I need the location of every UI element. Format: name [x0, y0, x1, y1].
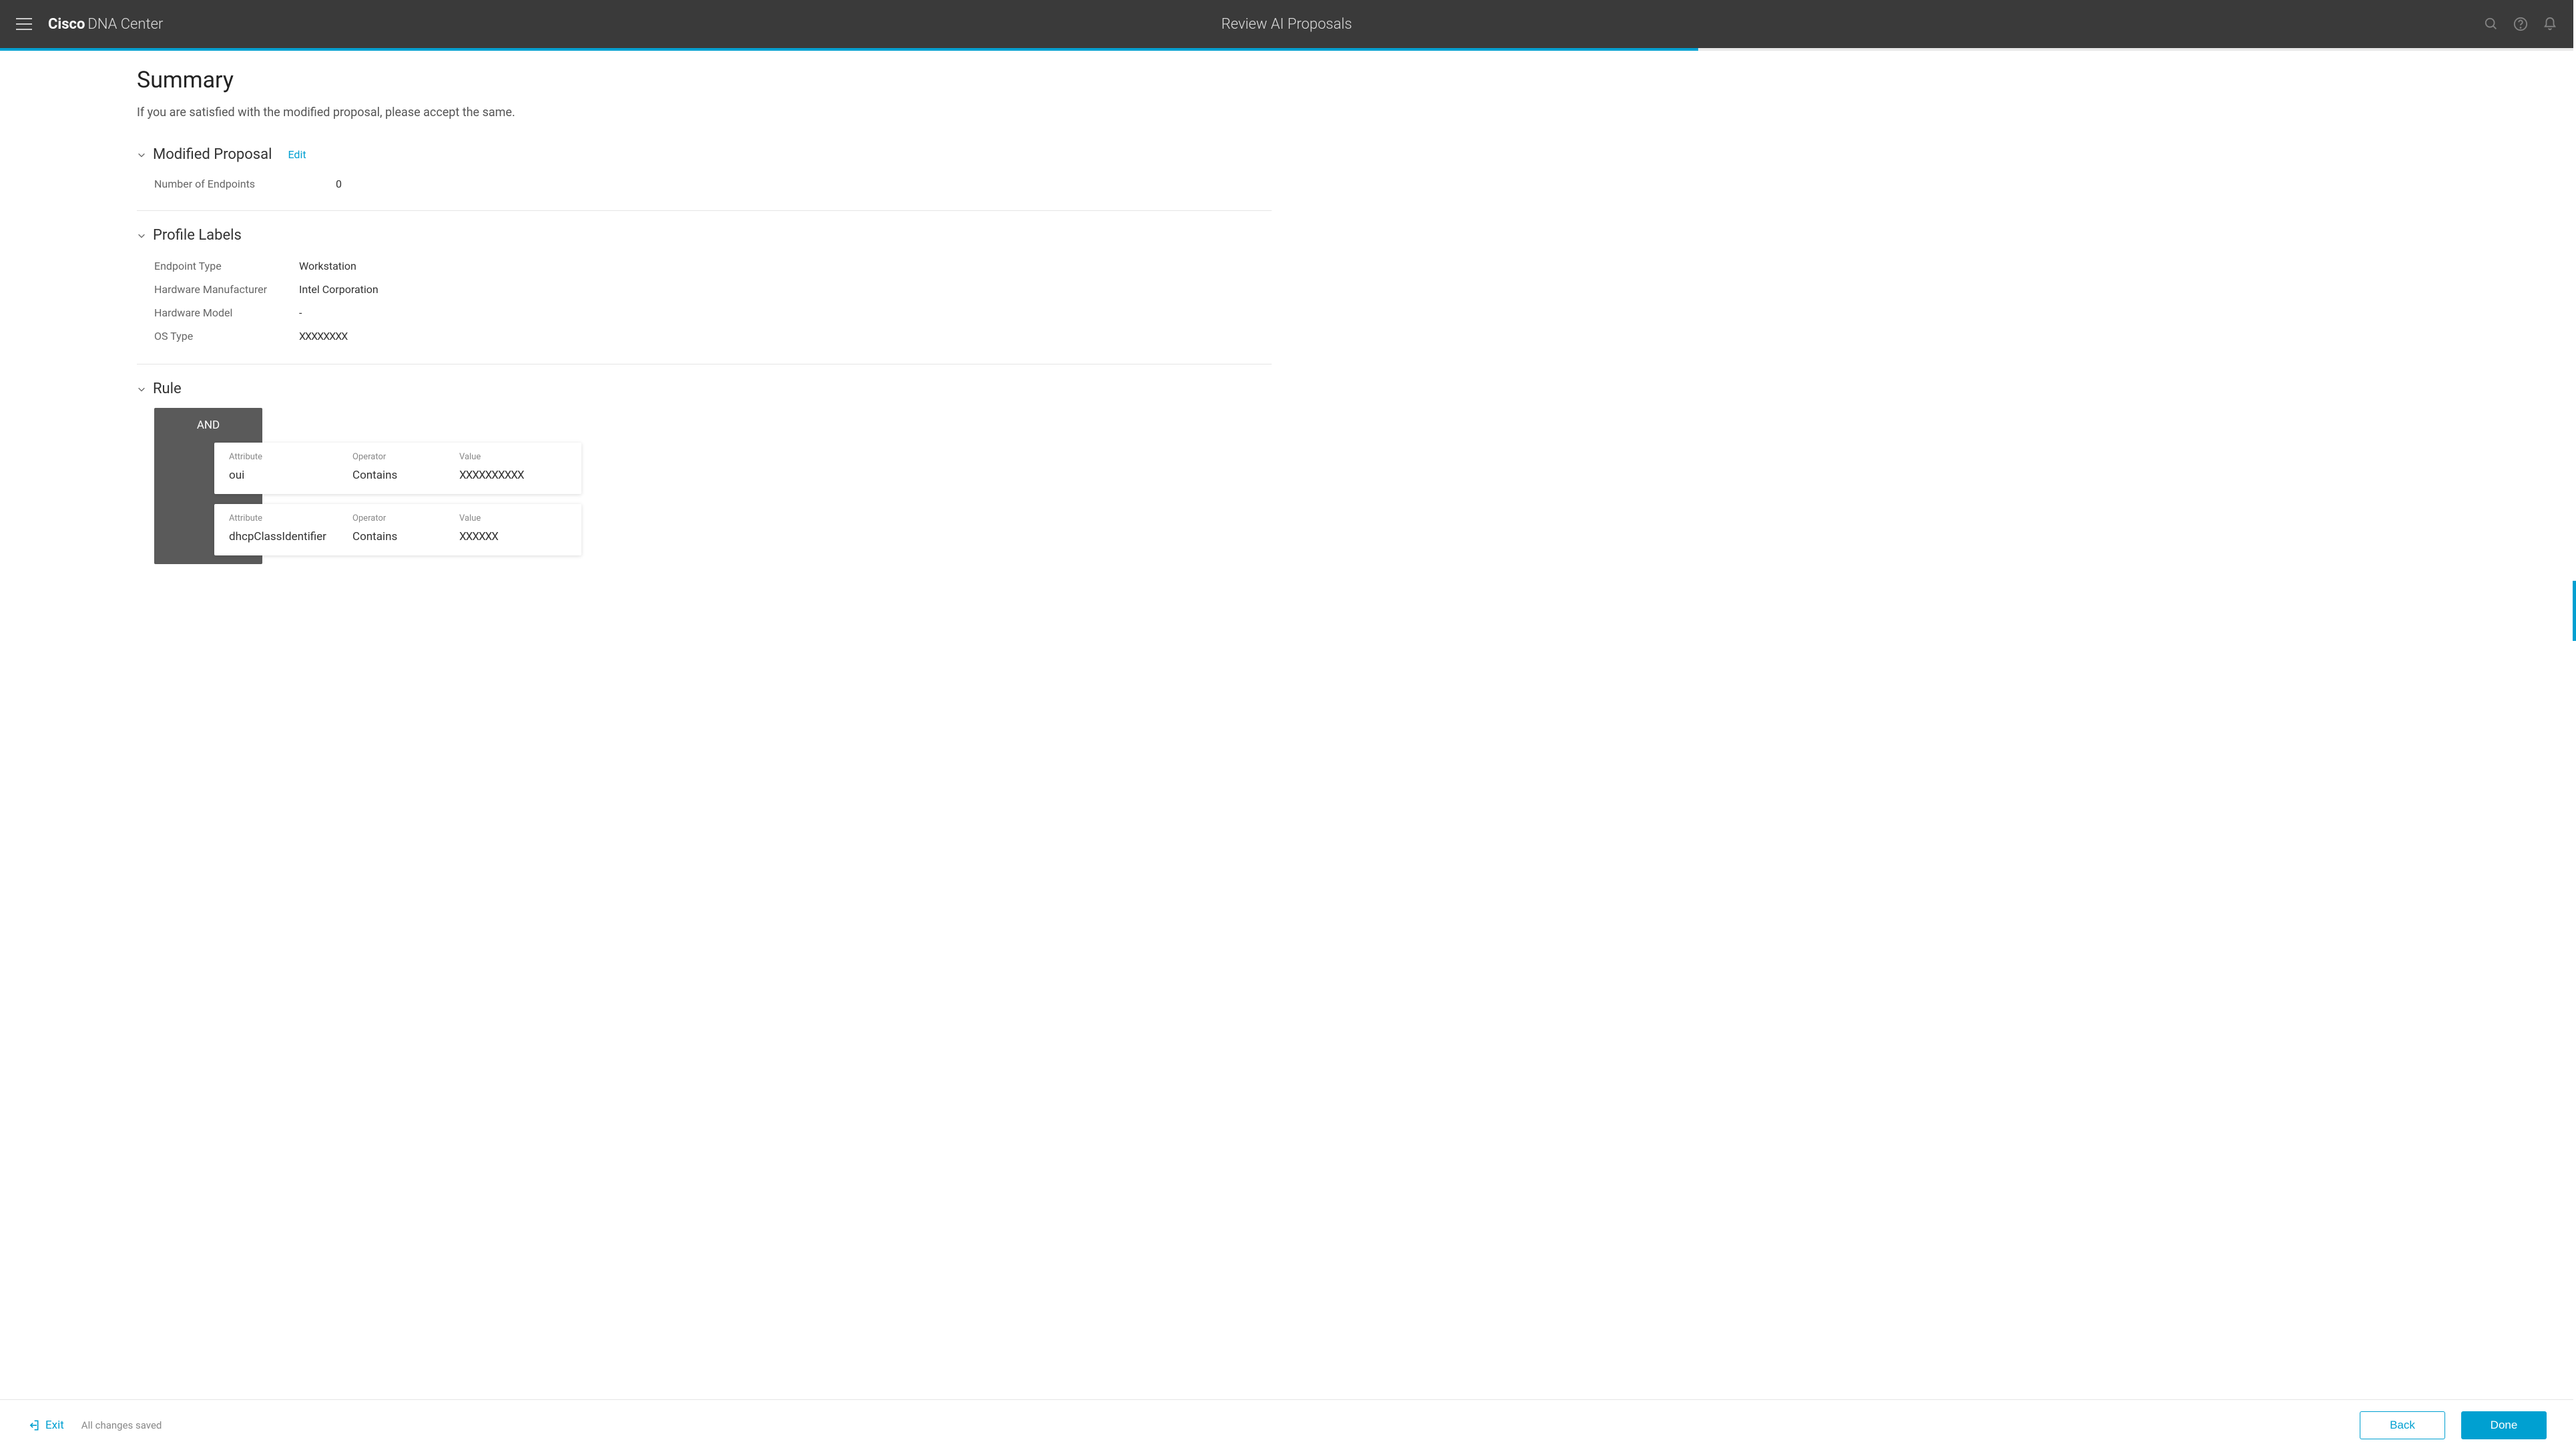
rule-operator-block: AND Attribute Operator Value oui — [154, 408, 262, 564]
rule-header-attr: Attribute — [229, 452, 352, 462]
edit-link[interactable]: Edit — [288, 148, 306, 161]
section-title-rule: Rule — [153, 381, 182, 397]
bell-icon[interactable] — [2543, 17, 2557, 31]
profile-value: Workstation — [299, 260, 356, 272]
rule-header-attr: Attribute — [229, 513, 352, 523]
chevron-down-icon[interactable] — [137, 385, 146, 394]
chevron-down-icon[interactable] — [137, 150, 146, 160]
brand-light: DNA Center — [87, 16, 163, 33]
rule-op: Contains — [352, 469, 459, 482]
rule-header-val: Value — [459, 452, 567, 462]
profile-value: - — [299, 306, 302, 319]
endpoints-value: 0 — [336, 178, 342, 190]
section-title-profile: Profile Labels — [153, 227, 242, 244]
rule-header-op: Operator — [352, 513, 459, 523]
rule-header-op: Operator — [352, 452, 459, 462]
rule-operator-label: AND — [154, 408, 262, 443]
rule-attr: oui — [229, 469, 352, 482]
profile-value: XXXXXXXX — [299, 330, 347, 342]
profile-label: Endpoint Type — [154, 260, 299, 272]
section-modified-proposal: Modified Proposal Edit Number of Endpoin… — [137, 146, 1272, 211]
side-accent-bar — [2573, 581, 2576, 641]
rule-condition-card: Attribute Operator Value dhcpClassIdenti… — [214, 504, 581, 555]
progress-fill — [0, 48, 1698, 51]
rule-condition-card: Attribute Operator Value oui Contains XX… — [214, 443, 581, 494]
section-rule: Rule AND Attribute Operator Value — [137, 381, 1272, 580]
rule-val: XXXXXX — [459, 530, 567, 543]
exit-label: Exit — [45, 1419, 64, 1432]
done-button[interactable]: Done — [2461, 1411, 2547, 1439]
rule-header-val: Value — [459, 513, 567, 523]
chevron-down-icon[interactable] — [137, 231, 146, 240]
rule-val: XXXXXXXXXX — [459, 469, 567, 482]
brand-logo: CiscoDNA Center — [48, 16, 163, 33]
section-title-modified: Modified Proposal — [153, 146, 272, 163]
endpoints-row: Number of Endpoints 0 — [137, 174, 1272, 194]
hamburger-menu-icon[interactable] — [16, 18, 32, 30]
rule-attr: dhcpClassIdentifier — [229, 530, 352, 543]
profile-label: Hardware Model — [154, 306, 299, 319]
saved-status: All changes saved — [81, 1419, 162, 1431]
help-icon[interactable] — [2513, 17, 2528, 31]
section-profile-labels: Profile Labels Endpoint Type Workstation… — [137, 227, 1272, 365]
brand-strong: Cisco — [48, 16, 85, 33]
page-title: Review AI Proposals — [1222, 16, 1352, 33]
rule-op: Contains — [352, 530, 459, 543]
rule-container: AND Attribute Operator Value oui — [154, 408, 1272, 564]
search-icon[interactable] — [2484, 17, 2499, 31]
endpoints-label: Number of Endpoints — [154, 178, 298, 190]
profile-label: OS Type — [154, 330, 299, 342]
profile-row: Endpoint Type Workstation — [137, 254, 1272, 278]
exit-button[interactable]: Exit — [27, 1419, 64, 1432]
profile-row: OS Type XXXXXXXX — [137, 324, 1272, 348]
profile-value: Intel Corporation — [299, 283, 378, 296]
footer-bar: Exit All changes saved Back Done — [0, 1399, 2573, 1450]
exit-icon — [27, 1419, 40, 1432]
profile-label: Hardware Manufacturer — [154, 283, 299, 296]
back-button[interactable]: Back — [2360, 1411, 2445, 1439]
profile-row: Hardware Manufacturer Intel Corporation — [137, 278, 1272, 301]
main-content: Summary If you are satisfied with the mo… — [0, 51, 2573, 1399]
summary-subtitle: If you are satisfied with the modified p… — [137, 105, 1272, 119]
progress-bar — [0, 48, 2573, 51]
summary-heading: Summary — [137, 67, 1272, 93]
profile-row: Hardware Model - — [137, 301, 1272, 324]
header-actions — [2484, 17, 2557, 31]
app-header: CiscoDNA Center Review AI Proposals — [0, 0, 2573, 48]
